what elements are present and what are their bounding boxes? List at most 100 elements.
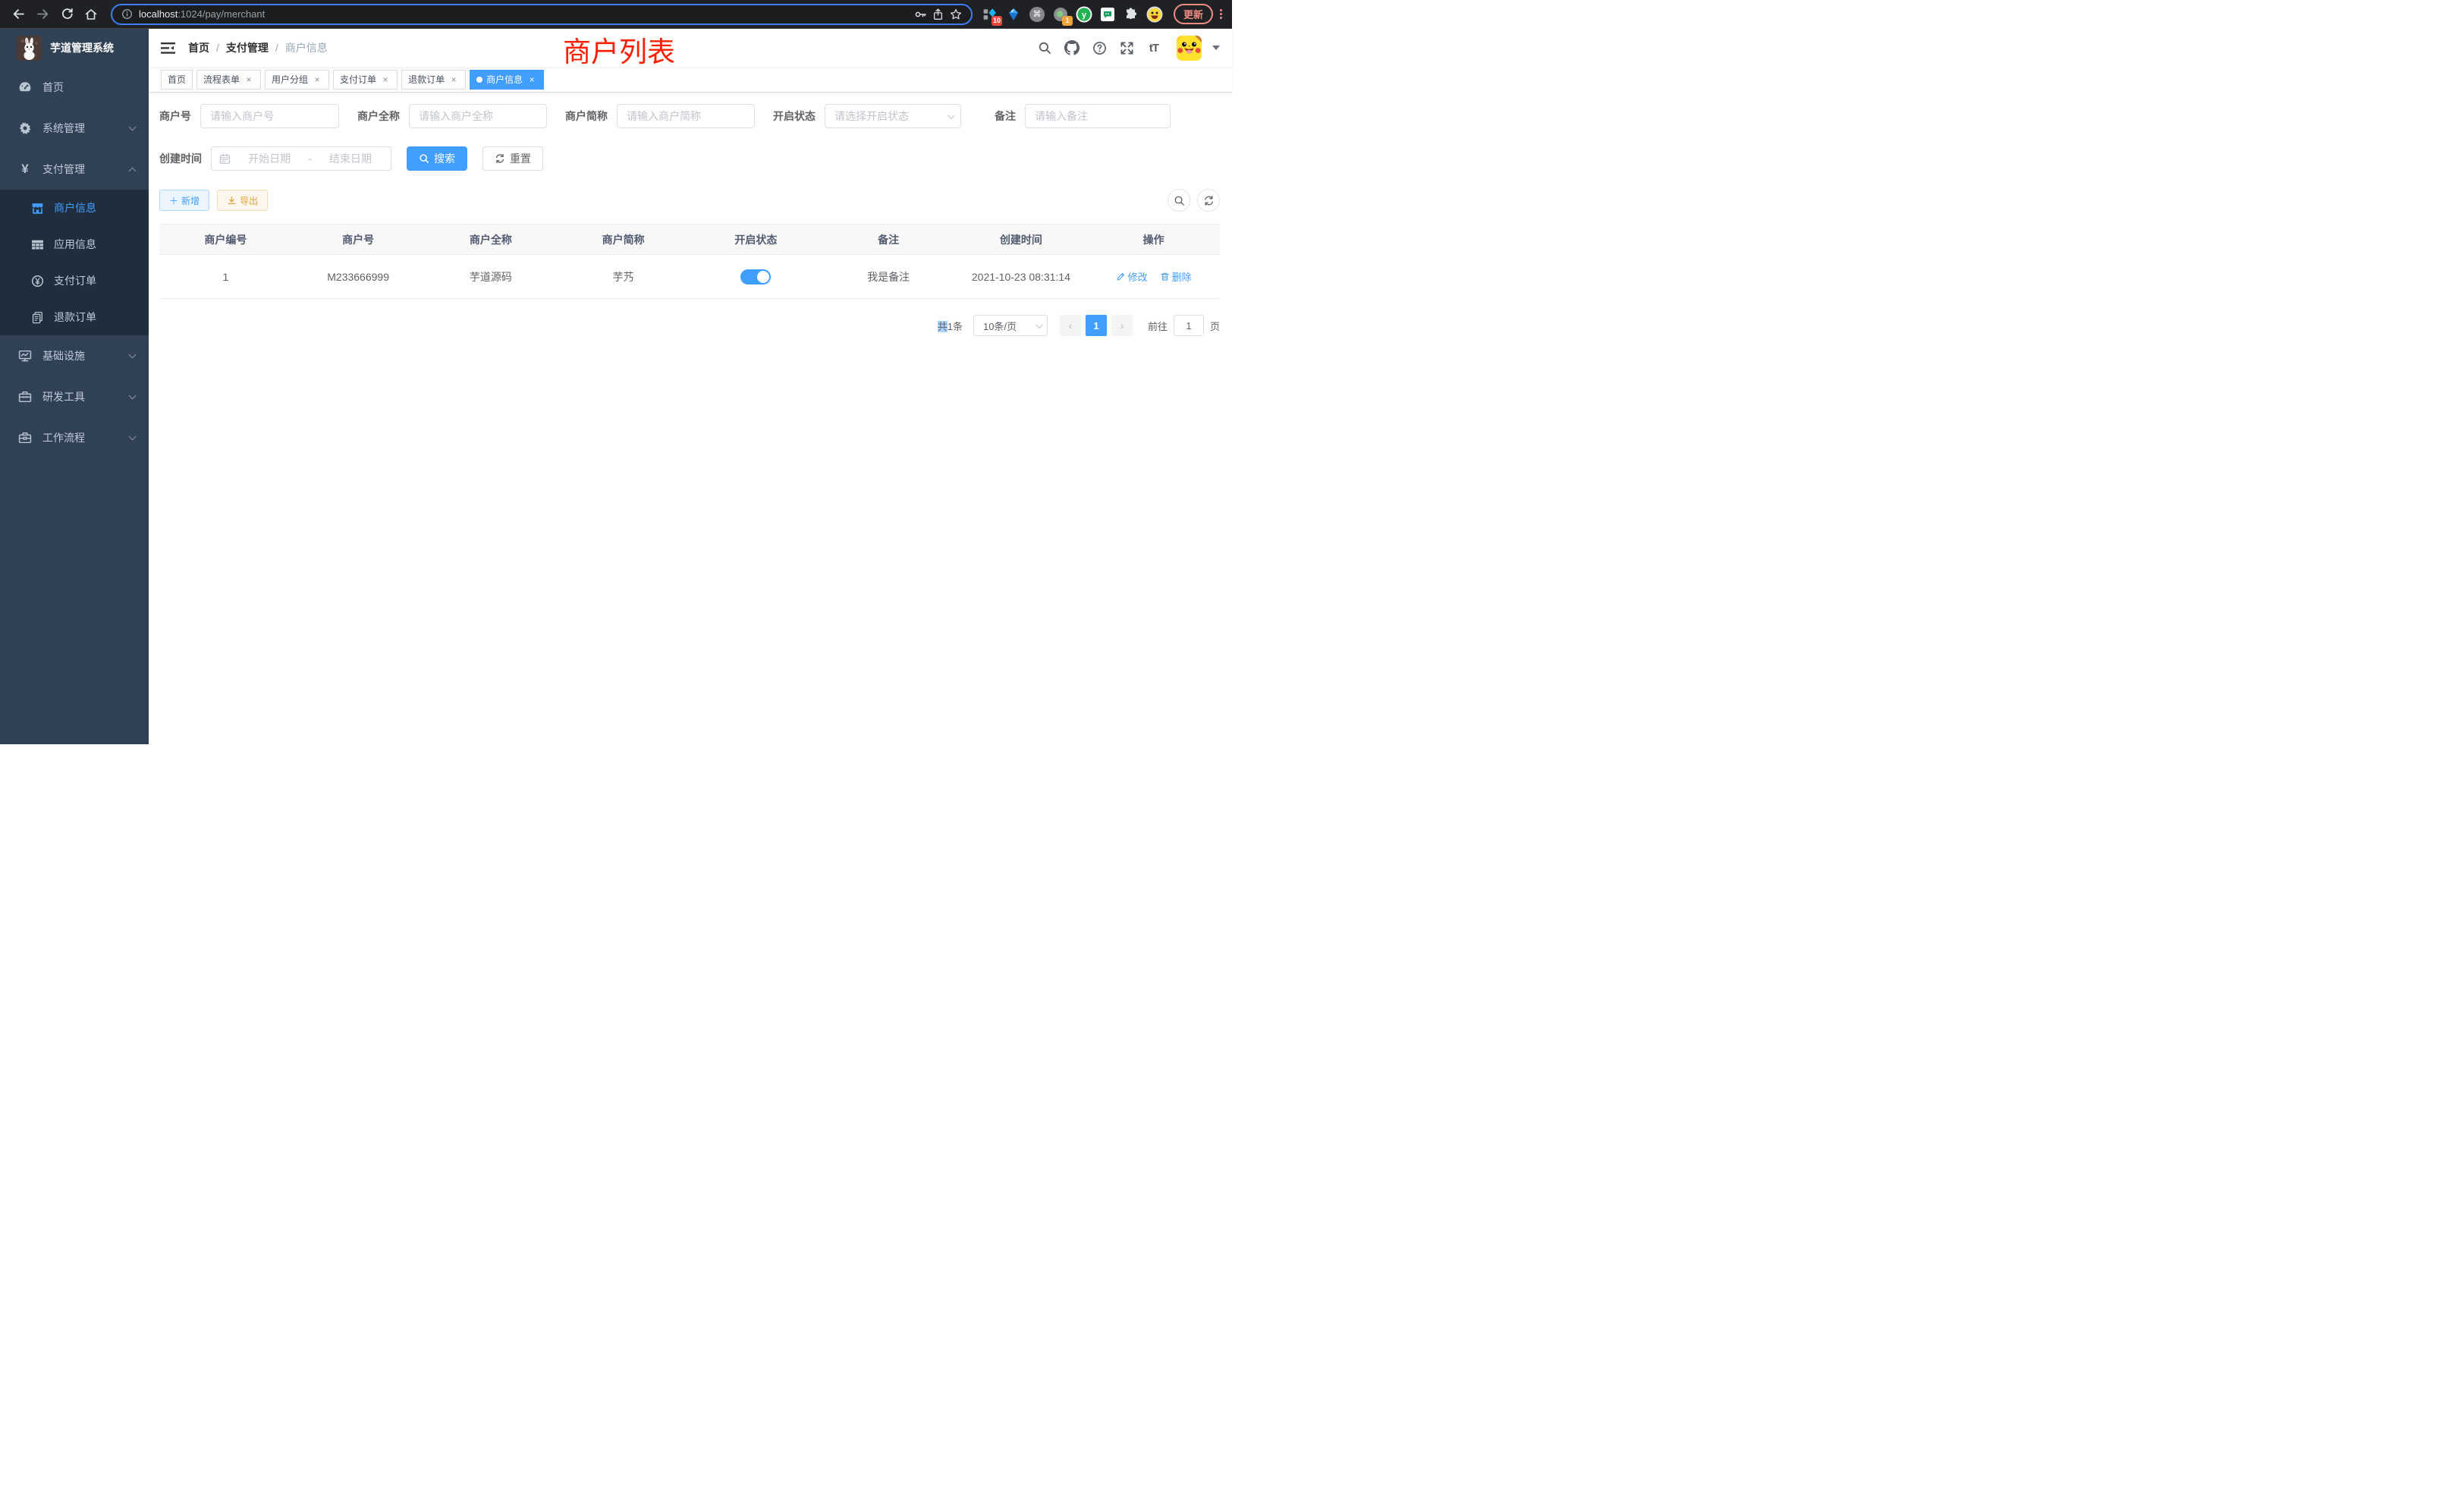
- fullscreen-button[interactable]: [1117, 39, 1136, 57]
- prev-page-button[interactable]: ‹: [1060, 315, 1081, 336]
- close-icon[interactable]: ×: [244, 74, 254, 85]
- export-button[interactable]: 导出: [217, 190, 268, 211]
- col-merchant-id: 商户编号: [159, 225, 292, 255]
- table-tools: [1168, 189, 1220, 212]
- cell-remark: 我是备注: [822, 255, 955, 299]
- back-arrow-icon: [12, 8, 25, 20]
- refresh-table-button[interactable]: [1197, 189, 1220, 212]
- browser-forward-button[interactable]: [32, 4, 53, 25]
- sidebar-item-infra[interactable]: 基础设施: [0, 335, 149, 376]
- add-button[interactable]: ＋ 新增: [159, 190, 209, 211]
- tab-process-form[interactable]: 流程表单 ×: [196, 70, 261, 90]
- col-actions: 操作: [1087, 225, 1220, 255]
- url-bar[interactable]: localhost:1024/pay/merchant: [111, 4, 973, 25]
- extension-chat[interactable]: [1099, 6, 1116, 23]
- breadcrumb-separator: /: [216, 42, 219, 54]
- sidebar-item-app-info[interactable]: 应用信息: [0, 226, 149, 262]
- close-icon[interactable]: ×: [448, 74, 459, 85]
- password-key-icon[interactable]: [914, 8, 926, 20]
- sidebar-item-merchant-info[interactable]: 商户信息: [0, 190, 149, 226]
- delete-label: 删除: [1172, 269, 1192, 284]
- sidebar-toggle-button[interactable]: [161, 42, 176, 55]
- tab-pay-order[interactable]: 支付订单 ×: [333, 70, 398, 90]
- tab-merchant-info[interactable]: 商户信息 ×: [470, 70, 544, 90]
- sidebar-item-system[interactable]: 系统管理: [0, 108, 149, 149]
- sidebar-item-refund-order[interactable]: 退款订单: [0, 299, 149, 335]
- sidebar-item-pay-order[interactable]: 支付订单: [0, 262, 149, 299]
- monitor-icon: [17, 349, 33, 363]
- y-extension-icon: y: [1076, 6, 1092, 23]
- table-toolbar: ＋ 新增 导出: [159, 189, 1220, 212]
- avatar-caret-icon[interactable]: [1212, 46, 1220, 50]
- reset-button-label: 重置: [510, 151, 531, 166]
- url-text[interactable]: localhost:1024/pay/merchant: [139, 8, 265, 20]
- site-info-icon[interactable]: [121, 8, 133, 20]
- page-number-1[interactable]: 1: [1086, 315, 1107, 336]
- status-select[interactable]: 请选择开启状态: [825, 104, 961, 128]
- sidebar-logo[interactable]: 芋道管理系统: [0, 29, 149, 67]
- page-size-select[interactable]: 10条/页: [973, 315, 1048, 336]
- browser-menu-icon[interactable]: [1218, 9, 1224, 19]
- help-button[interactable]: [1090, 39, 1108, 57]
- profile-emoji[interactable]: [1146, 6, 1163, 23]
- sidebar-item-dev-tools[interactable]: 研发工具: [0, 376, 149, 417]
- merchant-no-input[interactable]: [200, 104, 339, 128]
- tab-label: 首页: [168, 73, 186, 86]
- gem-extension-icon: [1007, 8, 1020, 21]
- next-page-button[interactable]: ›: [1111, 315, 1133, 336]
- sidebar-item-workflow[interactable]: 工作流程: [0, 417, 149, 458]
- bookmark-star-icon[interactable]: [950, 8, 962, 20]
- reset-button[interactable]: 重置: [482, 146, 543, 171]
- edit-link[interactable]: 修改: [1116, 269, 1148, 284]
- short-name-input[interactable]: [617, 104, 755, 128]
- col-short-name: 商户简称: [557, 225, 690, 255]
- close-icon[interactable]: ×: [526, 74, 537, 85]
- header-search-button[interactable]: [1036, 39, 1054, 57]
- update-button[interactable]: 更新: [1174, 4, 1213, 24]
- share-icon[interactable]: [932, 8, 944, 20]
- browser-home-button[interactable]: [80, 4, 102, 25]
- export-button-label: 导出: [240, 194, 258, 207]
- sidebar-item-pay[interactable]: ¥ 支付管理: [0, 149, 149, 190]
- edit-pencil-icon: [1116, 272, 1126, 281]
- browser-reload-button[interactable]: [56, 4, 77, 25]
- filter-remark: 备注: [995, 104, 1171, 128]
- sidebar-item-label: 商户信息: [54, 200, 96, 215]
- extension-y[interactable]: y: [1076, 6, 1092, 23]
- status-toggle[interactable]: [740, 269, 771, 284]
- github-link[interactable]: [1063, 39, 1081, 57]
- tab-refund-order[interactable]: 退款订单 ×: [401, 70, 466, 90]
- close-icon[interactable]: ×: [380, 74, 391, 85]
- filter-merchant-no: 商户号: [159, 104, 339, 128]
- goto-page-input[interactable]: [1174, 315, 1204, 336]
- yen-icon: ¥: [17, 162, 33, 177]
- search-icon: [1038, 41, 1051, 55]
- toggle-search-button[interactable]: [1168, 189, 1190, 212]
- extension-proxy[interactable]: 1: [1052, 6, 1069, 23]
- tab-user-group[interactable]: 用户分组 ×: [265, 70, 329, 90]
- remark-input[interactable]: [1025, 104, 1171, 128]
- browser-back-button[interactable]: [8, 4, 29, 25]
- search-button[interactable]: 搜索: [407, 146, 467, 171]
- extension-command[interactable]: ⌘: [1029, 6, 1045, 23]
- dashboard-icon: [17, 80, 33, 94]
- font-size-button[interactable]: tT: [1145, 39, 1163, 57]
- delete-link[interactable]: 删除: [1160, 269, 1192, 284]
- start-date-placeholder: 开始日期: [237, 151, 302, 166]
- breadcrumb-section[interactable]: 支付管理: [226, 40, 269, 55]
- toggle-knob: [757, 271, 769, 283]
- total-prefix: 共: [938, 321, 948, 332]
- extension-blocker[interactable]: 10: [982, 6, 998, 23]
- close-icon[interactable]: ×: [312, 74, 322, 85]
- tab-home[interactable]: 首页: [161, 70, 193, 90]
- sidebar-item-home[interactable]: 首页: [0, 67, 149, 108]
- date-range-picker[interactable]: 开始日期 - 结束日期: [211, 146, 391, 171]
- extensions-puzzle-button[interactable]: [1123, 6, 1139, 23]
- filter-short-name: 商户简称: [565, 104, 755, 128]
- user-avatar[interactable]: [1177, 36, 1202, 61]
- page-number-label: 1: [1093, 320, 1098, 332]
- col-create-time: 创建时间: [955, 225, 1088, 255]
- extension-gem[interactable]: [1005, 6, 1022, 23]
- breadcrumb-home[interactable]: 首页: [188, 40, 209, 55]
- full-name-input[interactable]: [409, 104, 547, 128]
